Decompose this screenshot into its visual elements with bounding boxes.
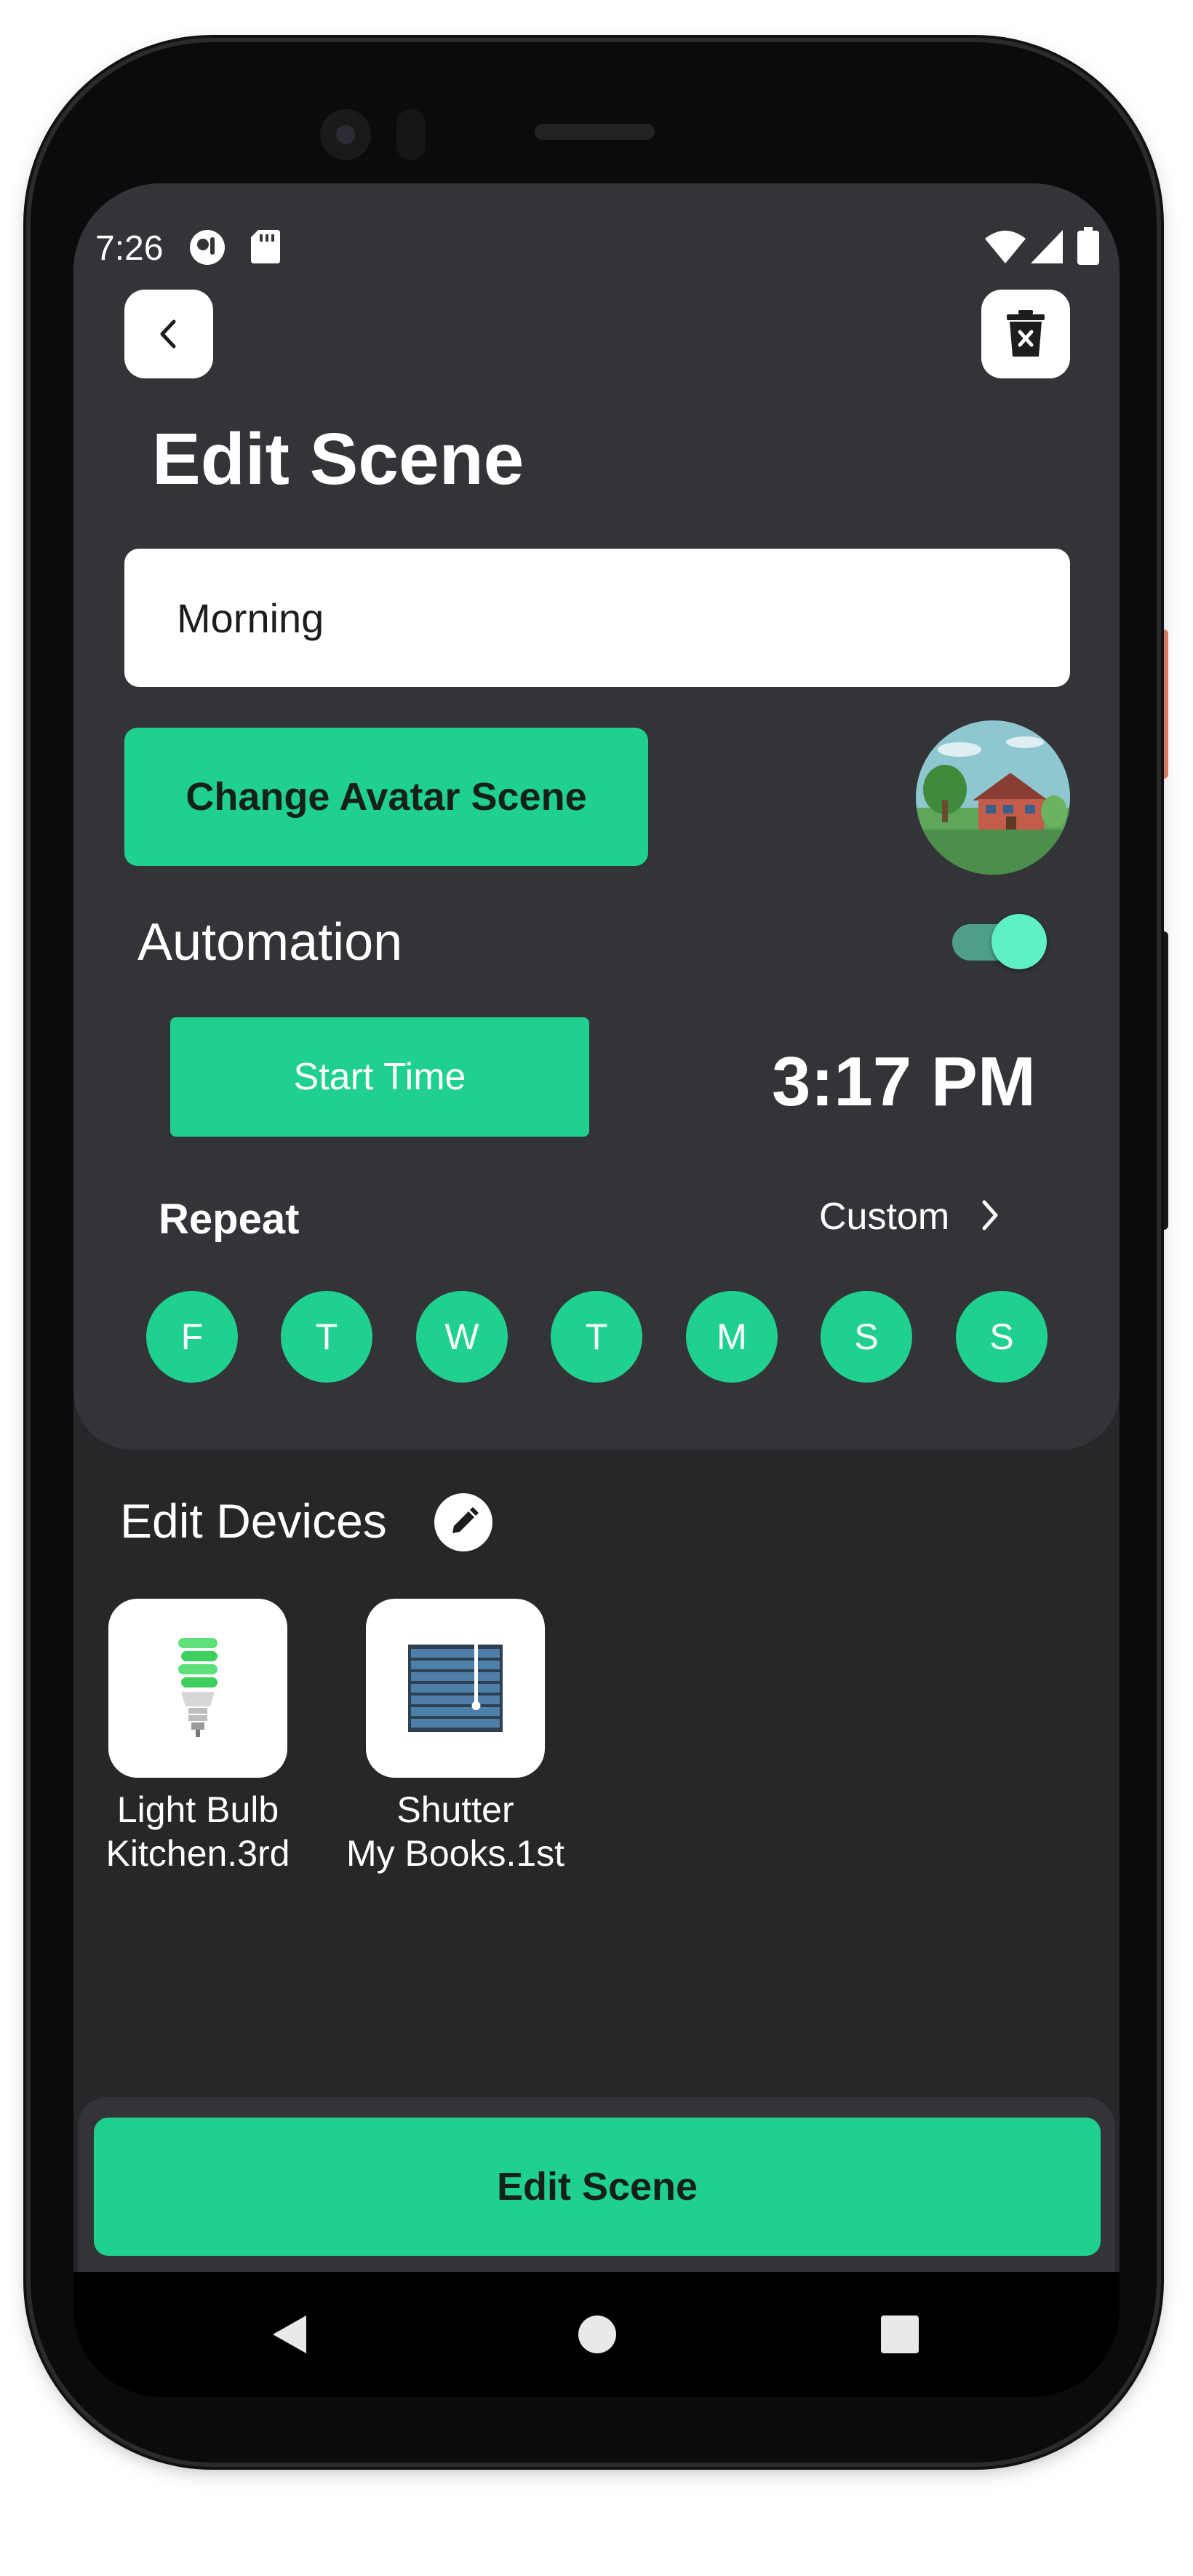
day-toggle-6[interactable]: S (821, 1291, 912, 1383)
day-toggle-5[interactable]: M (686, 1291, 778, 1383)
trash-icon (1007, 310, 1045, 357)
edit-scene-submit-button[interactable]: Edit Scene (94, 2118, 1101, 2256)
nav-back-icon[interactable] (268, 2313, 312, 2356)
automation-toggle-knob[interactable] (991, 914, 1047, 969)
system-navigation-bar (73, 2272, 1120, 2397)
light-bulb-icon (178, 1638, 218, 1737)
repeat-label: Repeat (159, 1196, 300, 1243)
proximity-sensor (396, 109, 426, 160)
status-time: 7:26 (95, 229, 164, 268)
device-tile-light-bulb[interactable] (108, 1599, 287, 1778)
back-button[interactable] (124, 290, 213, 378)
device-location: My Books.1st (346, 1833, 565, 1874)
earpiece-speaker (535, 124, 655, 140)
device-label-light-bulb: Light Bulb Kitchen.3rd (73, 1788, 329, 1875)
day-toggle-1[interactable]: F (146, 1291, 238, 1383)
day-toggle-3[interactable]: W (416, 1291, 508, 1383)
device-name: Shutter (396, 1789, 514, 1830)
device-name: Light Bulb (116, 1789, 279, 1830)
page-title: Edit Scene (152, 418, 524, 500)
device-label-shutter: Shutter My Books.1st (324, 1788, 586, 1875)
edit-devices-button[interactable] (434, 1493, 492, 1551)
power-button-hardware (1157, 629, 1168, 779)
device-location: Kitchen.3rd (105, 1833, 290, 1874)
chevron-right-icon[interactable] (975, 1196, 1005, 1238)
chevron-left-icon (160, 319, 176, 349)
edit-devices-heading: Edit Devices (120, 1494, 387, 1548)
delete-scene-button[interactable] (981, 290, 1070, 378)
change-avatar-button[interactable]: Change Avatar Scene (124, 728, 648, 866)
pencil-icon (452, 1507, 479, 1533)
scene-name-input[interactable]: Morning (124, 549, 1070, 687)
automation-label: Automation (137, 913, 403, 971)
front-camera (320, 109, 371, 160)
device-tile-shutter[interactable] (366, 1599, 545, 1778)
nav-home-icon[interactable] (577, 2314, 618, 2355)
shutter-icon (408, 1645, 503, 1732)
app-screen: 7:26 Edit Scene Morning Change Avatar Sc… (73, 183, 1120, 2397)
signal-icon (1031, 230, 1063, 267)
notification-icon (188, 228, 226, 270)
battery-icon (1077, 227, 1099, 269)
day-toggle-7[interactable]: S (956, 1291, 1048, 1383)
start-time-button[interactable]: Start Time (170, 1017, 589, 1137)
start-time-value: 3:17 PM (772, 1043, 1036, 1121)
nav-recents-icon[interactable] (879, 2314, 920, 2355)
volume-button-hardware (1157, 931, 1168, 1230)
sd-card-icon (251, 230, 280, 267)
repeat-mode-custom[interactable]: Custom (819, 1195, 949, 1239)
wifi-icon (985, 230, 1026, 267)
day-toggle-4[interactable]: T (551, 1291, 642, 1383)
scene-avatar-image[interactable] (916, 720, 1070, 875)
day-toggle-2[interactable]: T (281, 1291, 372, 1383)
